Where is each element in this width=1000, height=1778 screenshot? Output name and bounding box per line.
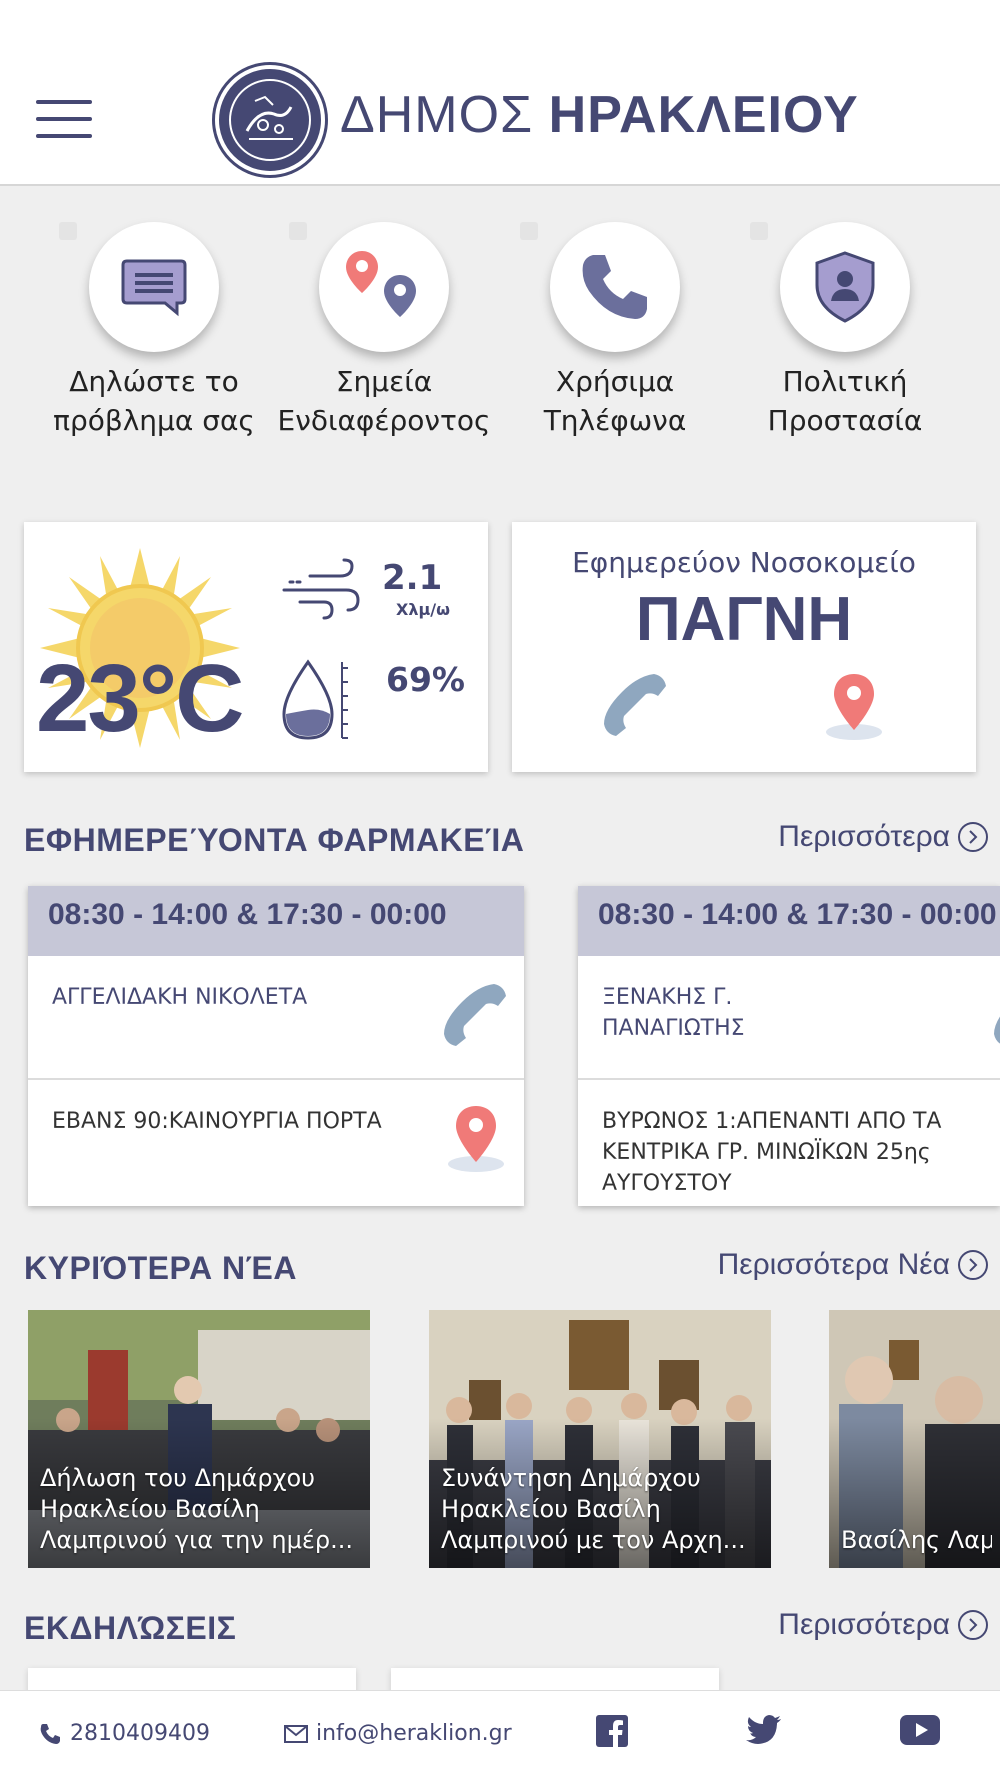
more-link-label: Περισσότερα <box>778 1608 950 1641</box>
facebook-icon[interactable] <box>596 1715 628 1747</box>
footer-phone-number: 2810409409 <box>70 1721 210 1746</box>
hamburger-menu-icon[interactable] <box>36 100 92 138</box>
wind-speed-value: 2.1 <box>382 558 443 598</box>
news-card[interactable]: Συνάντηση Δημάρχου Ηρακλείου Βασίλη Λαμπ… <box>429 1310 771 1568</box>
news-more-link[interactable]: Περισσότερα Νέα <box>718 1248 988 1282</box>
qa-label-line2: Ενδιαφέροντος <box>277 404 491 437</box>
municipality-name: ΔΗΜΟΣ ΗΡΑΚΛΕΙΟΥ <box>340 85 859 145</box>
wind-speed-unit: Χλμ/ω <box>396 600 450 619</box>
report-problem-action[interactable]: Δηλώστε το πρόβλημα σας <box>39 222 269 440</box>
phone-icon <box>582 255 647 319</box>
chevron-right-icon <box>958 1610 988 1640</box>
report-problem-button[interactable] <box>89 222 219 352</box>
points-of-interest-action[interactable]: Σημεία Ενδιαφέροντος <box>269 222 499 440</box>
wind-icon <box>282 558 360 620</box>
pharmacy-name-row: ΞΕΝΑΚΗΣ Γ. ΠΑΝΑΓΙΩΤΗΣ <box>578 956 1000 1080</box>
news-section-title: ΚΥΡΙΌΤΕΡΑ ΝΈΑ <box>24 1250 297 1286</box>
more-link-label: Περισσότερα <box>778 820 950 853</box>
qa-label-line2: Προστασία <box>767 404 923 437</box>
points-of-interest-button[interactable] <box>319 222 449 352</box>
news-card[interactable]: Βασίλης Λαμπρινός: Σημαντική πρ... Λέσχη… <box>829 1310 1000 1568</box>
footer-email-address: info@heraklion.gr <box>316 1721 512 1746</box>
qa-label-line1: Χρήσιμα <box>555 365 675 398</box>
humidity-drop-icon <box>282 659 348 740</box>
weather-card[interactable]: 23°C 2.1 Χλμ/ω 69% <box>24 522 488 772</box>
badge-placeholder <box>520 222 538 240</box>
hospital-phone-icon[interactable] <box>598 670 668 740</box>
qa-label-line2: Τηλέφωνα <box>543 404 687 437</box>
quick-actions: Δηλώστε το πρόβλημα σας Σημεία Ενδιαφέρο… <box>0 222 1000 462</box>
humidity-value: 69% <box>386 660 465 699</box>
pharmacy-address-row: ΒΥΡΩΝΟΣ 1:ΑΠΕΝΑΝΤΙ ΑΠΟ ΤΑ ΚΕΝΤΡΙΚΑ ΓΡ. Μ… <box>578 1080 1000 1204</box>
pharmacy-card[interactable]: 08:30 - 14:00 & 17:30 - 00:00 ΑΓΓΕΛΙΔΑΚΗ… <box>28 886 524 1206</box>
pharmacy-address-row: ΕΒΑΝΣ 90:ΚΑΙΝΟΥΡΓΙΑ ΠΟΡΤΑ <box>28 1080 524 1204</box>
brand-part-2: ΗΡΑΚΛΕΙΟΥ <box>548 86 859 144</box>
footer-email-link[interactable]: info@heraklion.gr <box>284 1721 512 1746</box>
pharmacy-name: ΞΕΝΑΚΗΣ Γ. ΠΑΝΑΓΙΩΤΗΣ <box>602 985 745 1041</box>
qa-label-line2: πρόβλημα σας <box>53 404 255 437</box>
news-card[interactable]: Δήλωση του Δημάρχου Ηρακλείου Βασίλη Λαμ… <box>28 1310 370 1568</box>
footer-bar: 2810409409 info@heraklion.gr <box>0 1690 1000 1778</box>
pharmacy-address: ΕΒΑΝΣ 90:ΚΑΙΝΟΥΡΓΙΑ ΠΟΡΤΑ <box>52 1109 382 1134</box>
on-duty-hospital-card[interactable]: Εφημερεύον Νοσοκομείο ΠΑΓΝΗ <box>512 522 976 772</box>
news-caption: Συνάντηση Δημάρχου Ηρακλείου Βασίλη Λαμπ… <box>441 1464 746 1554</box>
app-header: ΔΗΜΟΣ ΗΡΑΚΛΕΙΟΥ <box>0 0 1000 186</box>
envelope-icon <box>284 1724 308 1743</box>
shield-user-icon <box>815 251 875 323</box>
pharmacies-section-title: ΕΦΗΜΕΡΕΎΟΝΤΑ ΦΑΡΜΑΚΕΊΑ <box>24 822 525 858</box>
hospital-location-pin-icon[interactable] <box>822 672 886 742</box>
civil-protection-action[interactable]: Πολιτική Προστασία <box>730 222 960 440</box>
pharmacies-more-link[interactable]: Περισσότερα <box>778 820 988 854</box>
pharmacy-name: ΑΓΓΕΛΙΔΑΚΗ ΝΙΚΟΛΕΤΑ <box>52 985 308 1010</box>
hospital-name: ΠΑΓΝΗ <box>635 585 853 654</box>
badge-placeholder <box>59 222 77 240</box>
youtube-icon[interactable] <box>900 1715 940 1745</box>
useful-phones-button[interactable] <box>550 222 680 352</box>
pharmacy-name-row: ΑΓΓΕΛΙΔΑΚΗ ΝΙΚΟΛΕΤΑ <box>28 956 524 1080</box>
pharmacy-hours: 08:30 - 14:00 & 17:30 - 00:00 <box>578 886 1000 956</box>
news-caption: Βασίλης Λαμπρινός: Σημαντική πρ... Λέσχη… <box>841 1526 992 1554</box>
news-caption: Δήλωση του Δημάρχου Ηρακλείου Βασίλη Λαμ… <box>40 1464 353 1554</box>
chevron-right-icon <box>958 822 988 852</box>
pharmacy-location-pin-icon[interactable] <box>444 1104 508 1174</box>
temperature-value: 23°C <box>36 645 244 752</box>
qa-label-line1: Πολιτική <box>782 365 908 398</box>
useful-phones-action[interactable]: Χρήσιμα Τηλέφωνα <box>500 222 730 440</box>
brand-part-1: ΔΗΜΟΣ <box>340 86 549 144</box>
qa-label-line1: Σημεία <box>335 365 433 398</box>
chevron-right-icon <box>958 1250 988 1280</box>
pharmacy-phone-icon[interactable] <box>438 980 508 1050</box>
pharmacy-phone-icon[interactable] <box>988 980 1000 1050</box>
events-section-title: ΕΚΔΗΛΏΣΕΙΣ <box>24 1610 237 1646</box>
badge-placeholder <box>750 222 768 240</box>
chat-icon <box>121 259 187 317</box>
municipality-seal-logo[interactable] <box>215 65 325 175</box>
pharmacy-hours: 08:30 - 14:00 & 17:30 - 00:00 <box>28 886 524 956</box>
more-link-label: Περισσότερα Νέα <box>717 1248 950 1281</box>
pharmacy-card[interactable]: 08:30 - 14:00 & 17:30 - 00:00 ΞΕΝΑΚΗΣ Γ.… <box>578 886 1000 1206</box>
pharmacy-address: ΒΥΡΩΝΟΣ 1:ΑΠΕΝΑΝΤΙ ΑΠΟ ΤΑ ΚΕΝΤΡΙΚΑ ΓΡ. Μ… <box>602 1109 942 1196</box>
hospital-title: Εφημερεύον Νοσοκομείο <box>572 546 916 579</box>
footer-phone-link[interactable]: 2810409409 <box>38 1721 210 1746</box>
twitter-icon[interactable] <box>746 1715 782 1745</box>
map-pins-icon <box>346 251 416 317</box>
badge-placeholder <box>289 222 307 240</box>
phone-icon <box>40 1723 60 1744</box>
events-more-link[interactable]: Περισσότερα <box>778 1608 988 1642</box>
qa-label-line1: Δηλώστε το <box>69 365 239 398</box>
civil-protection-button[interactable] <box>780 222 910 352</box>
